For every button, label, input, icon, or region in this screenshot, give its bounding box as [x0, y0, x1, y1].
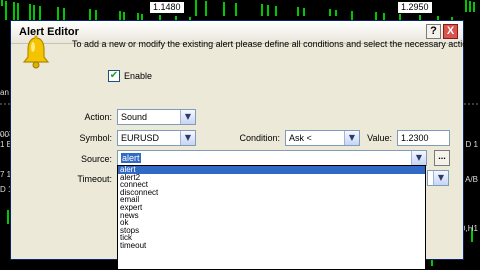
action-label: Action:	[84, 112, 112, 122]
dropdown-option[interactable]: ok	[118, 219, 425, 227]
source-value: alert	[121, 153, 141, 163]
chevron-down-icon[interactable]: ▼	[433, 171, 448, 185]
value-label: Value:	[367, 133, 392, 143]
source-dropdown-list[interactable]: alert alert2 connect disconnect email expert n…	[117, 165, 426, 270]
chevron-down-icon[interactable]: ▼	[180, 131, 195, 145]
symbol-value: EURUSD	[121, 133, 160, 143]
chart-price-label-right: 1.2950	[398, 2, 432, 13]
condition-value: Ask <	[289, 133, 312, 143]
symbol-select[interactable]: EURUSD ▼	[117, 130, 196, 146]
chart-axis-label: D 1	[465, 140, 478, 149]
condition-label: Condition:	[239, 133, 280, 143]
help-button[interactable]: ?	[426, 24, 441, 39]
chevron-down-icon[interactable]: ▼	[180, 110, 195, 124]
dropdown-option[interactable]: alert2	[118, 173, 425, 182]
dropdown-option[interactable]: news	[118, 211, 425, 220]
enable-label: Enable	[124, 71, 153, 81]
close-button[interactable]: X	[443, 24, 458, 39]
source-select[interactable]: alert ▼	[117, 150, 427, 166]
condition-select[interactable]: Ask < ▼	[285, 130, 360, 146]
dropdown-option[interactable]: expert	[118, 204, 425, 212]
bell-icon	[22, 35, 50, 69]
dropdown-option[interactable]: tick	[118, 234, 425, 242]
dropdown-option[interactable]: disconnect	[118, 188, 425, 197]
timeout-label: Timeout:	[77, 174, 112, 184]
action-select[interactable]: Sound ▼	[117, 109, 196, 125]
dropdown-option[interactable]: alert	[118, 166, 425, 174]
value-input[interactable]: 1.2300	[397, 130, 450, 146]
action-value: Sound	[121, 112, 148, 122]
dropdown-option[interactable]: email	[118, 196, 425, 204]
chevron-down-icon[interactable]: ▼	[344, 131, 359, 145]
source-label: Source:	[80, 154, 112, 164]
chart-price-label-left: 1.1480	[150, 2, 184, 13]
browse-button[interactable]: ...	[434, 150, 450, 166]
chevron-down-icon[interactable]: ▼	[411, 151, 426, 165]
symbol-label: Symbol:	[79, 133, 112, 143]
timeout-select[interactable]: ▼	[427, 170, 449, 186]
dropdown-option[interactable]: stops	[118, 226, 425, 235]
enable-checkbox[interactable]: ✔	[108, 70, 120, 82]
dialog-description: To add a new or modify the existing aler…	[72, 39, 475, 49]
dropdown-option[interactable]: timeout	[118, 242, 425, 250]
chart-axis-label: A/B	[465, 175, 478, 184]
dropdown-option[interactable]: connect	[118, 181, 425, 189]
